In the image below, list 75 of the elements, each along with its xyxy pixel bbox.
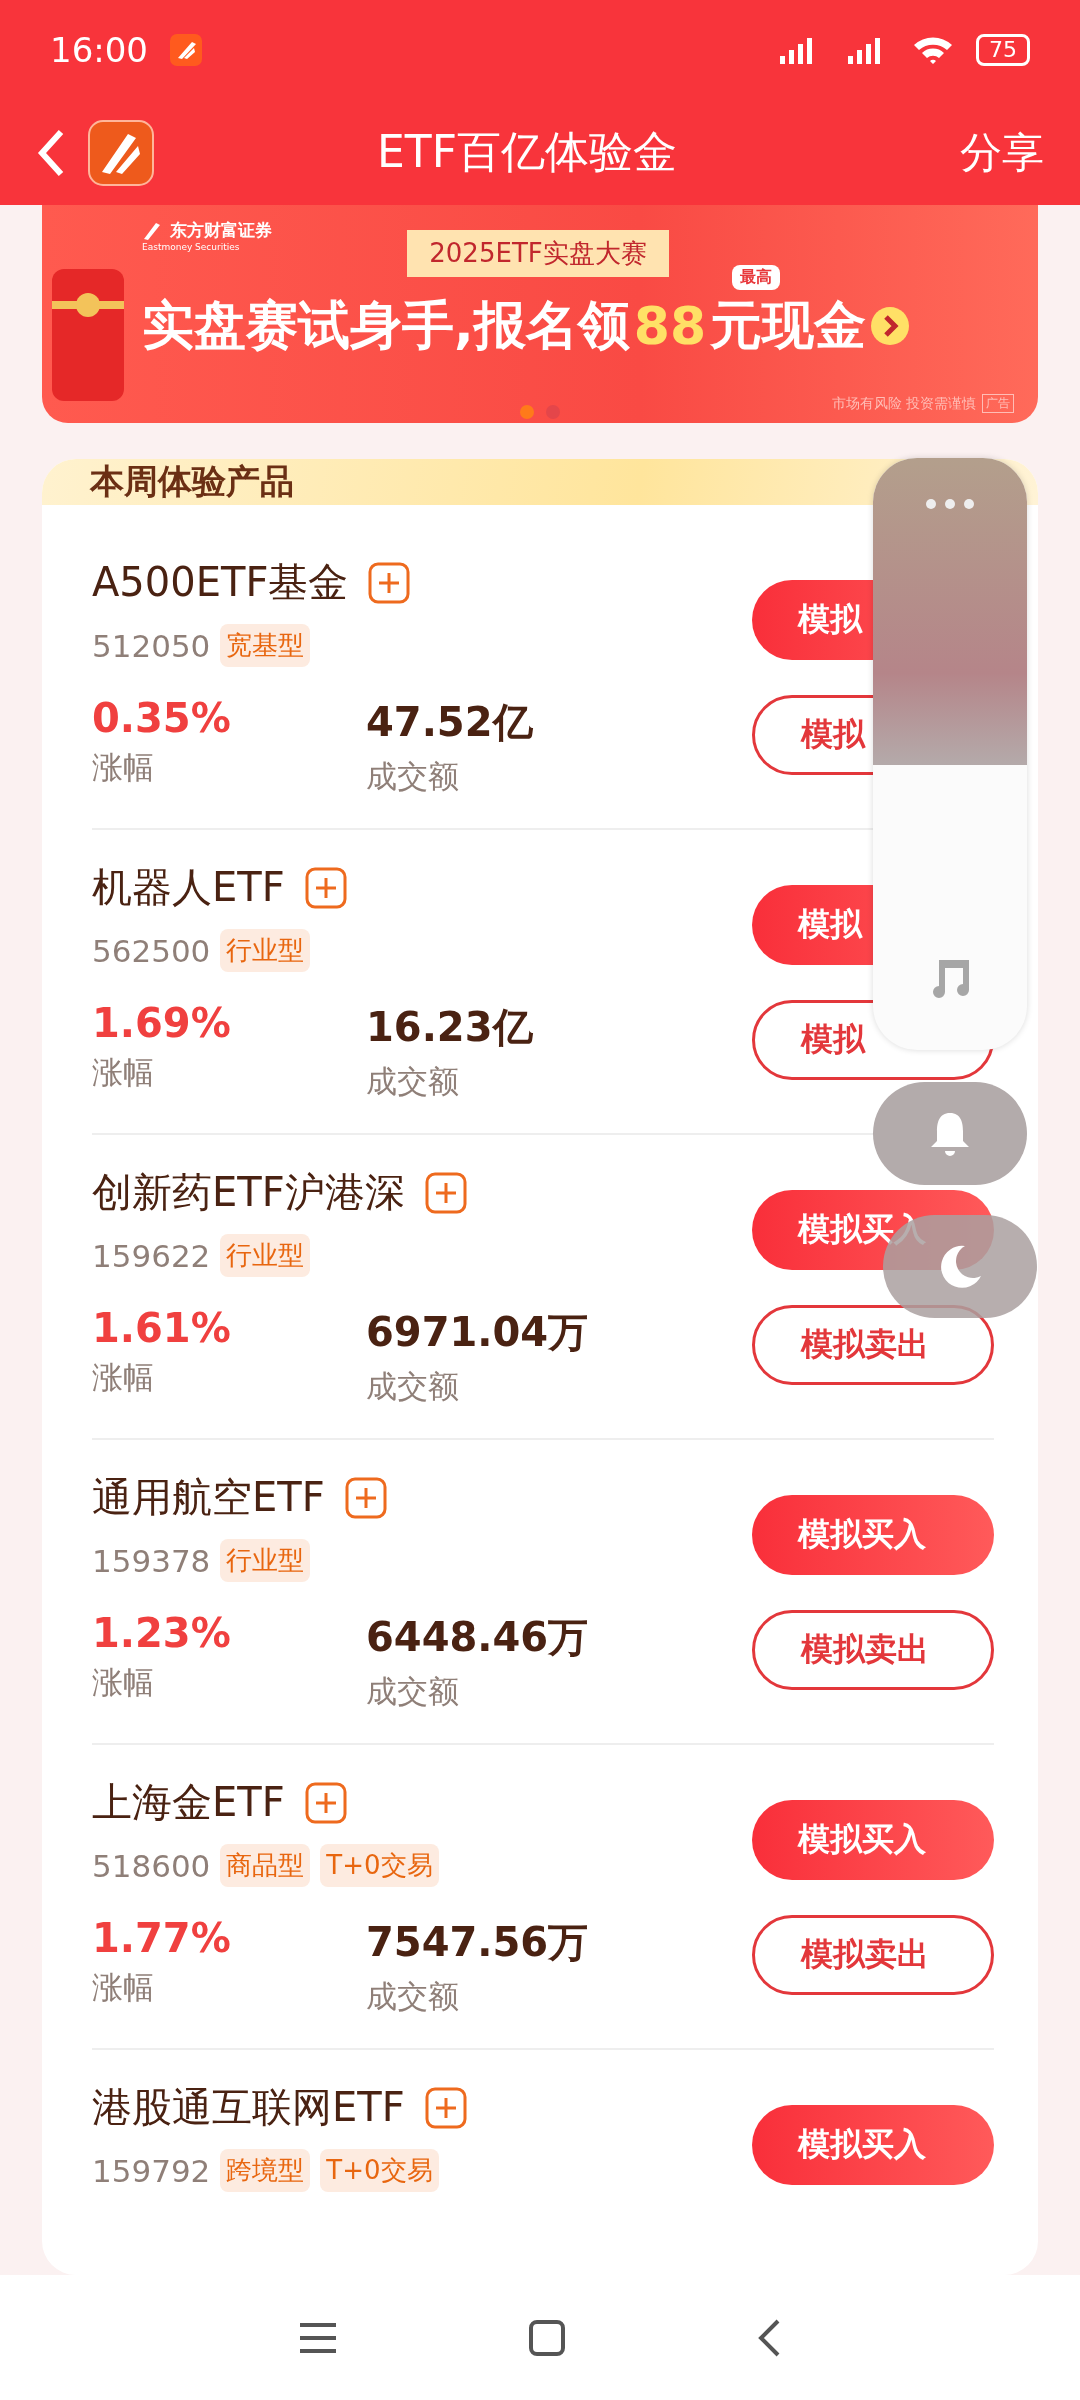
product-name[interactable]: 通用航空ETF: [92, 1470, 325, 1525]
buy-button[interactable]: 模拟买入: [752, 1495, 994, 1575]
back-icon[interactable]: [36, 127, 66, 178]
add-icon[interactable]: [344, 1476, 387, 1519]
sell-button[interactable]: 模拟卖出: [752, 1610, 994, 1690]
home-icon[interactable]: [528, 2318, 566, 2357]
product-tag: 行业型: [220, 929, 311, 972]
product-code: 159378: [92, 1542, 211, 1579]
volume-label: 成交额: [366, 1672, 460, 1711]
add-icon[interactable]: [368, 561, 411, 604]
product-tag: T+0交易: [320, 2149, 439, 2192]
battery-level: 75: [976, 34, 1030, 66]
product-tag: 跨境型: [220, 2149, 311, 2192]
add-icon[interactable]: [304, 866, 347, 909]
app-logo-icon: [88, 119, 154, 186]
volume-value: 6448.46万: [366, 1613, 590, 1662]
sell-button[interactable]: 模拟卖出: [752, 1305, 994, 1385]
product-name[interactable]: 上海金ETF: [92, 1775, 285, 1830]
sell-button[interactable]: 模拟卖出: [752, 1915, 994, 1995]
product-code: 159792: [92, 2152, 211, 2189]
max-badge: 最高: [732, 265, 780, 290]
product-code: 512050: [92, 627, 211, 664]
volume-label: 成交额: [366, 1062, 460, 1101]
volume-value: 7547.56万: [366, 1918, 590, 1967]
product-tag: 行业型: [220, 1539, 311, 1582]
add-icon[interactable]: [424, 2086, 467, 2129]
change-value: 1.69%: [92, 1000, 232, 1046]
product-code: 518600: [92, 1847, 211, 1884]
volume-label: 成交额: [366, 757, 460, 796]
change-value: 1.23%: [92, 1610, 232, 1656]
change-label: 涨幅: [92, 1663, 155, 1702]
product-name[interactable]: A500ETF基金: [92, 555, 349, 610]
volume-value: 16.23亿: [366, 1003, 534, 1052]
section-title: 本周体验产品: [90, 460, 294, 503]
promo-headline: 实盘赛试身手,报名领: [142, 294, 630, 357]
volume-label: 成交额: [366, 1367, 460, 1406]
carousel-dot[interactable]: [520, 405, 534, 419]
app-notification-icon: [170, 34, 202, 66]
promo-headline: 元现金: [710, 294, 867, 357]
product-code: 159622: [92, 1237, 211, 1274]
share-button[interactable]: 分享: [960, 124, 1044, 181]
brand-name: 东方财富证券: [170, 219, 272, 242]
ad-label: 广告: [982, 394, 1014, 413]
product-code: 562500: [92, 932, 211, 969]
risk-warning: 市场有风险 投资需谨慎: [831, 394, 976, 413]
volume-label: 成交额: [366, 1977, 460, 2016]
back-icon[interactable]: [756, 2317, 782, 2358]
menu-icon[interactable]: [298, 2320, 338, 2355]
contest-title: 2025ETF实盘大赛: [407, 230, 669, 277]
promo-headline: 88: [633, 296, 707, 356]
product-name[interactable]: 创新药ETF沪港深: [92, 1165, 405, 1220]
arrow-right-icon: [870, 306, 911, 346]
change-value: 1.61%: [92, 1305, 232, 1351]
change-label: 涨幅: [92, 1358, 155, 1397]
buy-button[interactable]: 模拟买入: [752, 2105, 994, 2185]
product-tag: 行业型: [220, 1234, 311, 1277]
add-icon[interactable]: [304, 1781, 347, 1824]
volume-value: 6971.04万: [366, 1308, 590, 1357]
product-tag: T+0交易: [320, 1844, 439, 1887]
buy-button[interactable]: 模拟买入: [752, 1800, 994, 1880]
more-icon[interactable]: [925, 498, 975, 510]
change-label: 涨幅: [92, 748, 155, 787]
product-name[interactable]: 港股通互联网ETF: [92, 2080, 405, 2135]
change-value: 0.35%: [92, 695, 232, 741]
promo-banner[interactable]: 东方财富证券 Eastmoney Securities 2025ETF实盘大赛 最高 实盘赛试身手,报名领88元现金 市场有风险 投资需谨慎 广告: [42, 205, 1038, 423]
product-name[interactable]: 机器人ETF: [92, 860, 285, 915]
volume-value: 47.52亿: [366, 698, 534, 747]
status-time: 16:00: [50, 30, 148, 70]
change-label: 涨幅: [92, 1968, 155, 2007]
product-tag: 商品型: [220, 1844, 311, 1887]
change-label: 涨幅: [92, 1053, 155, 1092]
product-tag: 宽基型: [220, 624, 311, 667]
page-title: ETF百亿体验金: [376, 125, 678, 179]
change-value: 1.77%: [92, 1915, 232, 1961]
add-icon[interactable]: [424, 1171, 467, 1214]
